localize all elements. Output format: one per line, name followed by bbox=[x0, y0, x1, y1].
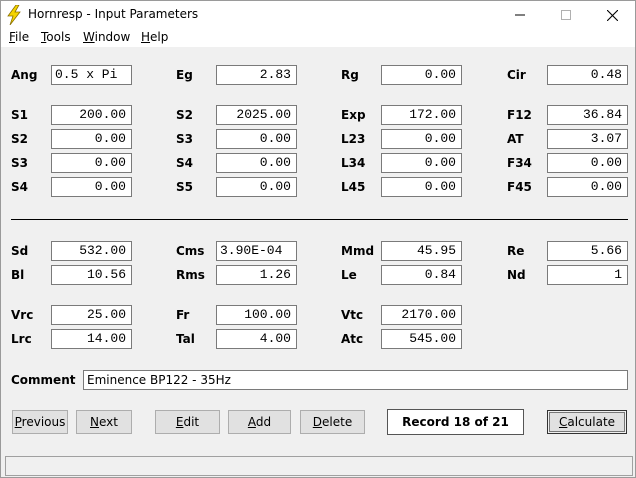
s3-seg3-field[interactable]: 0.00 bbox=[51, 153, 132, 173]
s4-label: S4 bbox=[176, 156, 193, 170]
sd-field[interactable]: 532.00 bbox=[51, 241, 132, 261]
next-button[interactable]: Next bbox=[76, 410, 132, 434]
f34-field[interactable]: 0.00 bbox=[547, 153, 628, 173]
l23-label: L23 bbox=[341, 132, 366, 146]
mmd-label: Mmd bbox=[341, 244, 375, 258]
s2-seg2-field[interactable]: 0.00 bbox=[51, 129, 132, 149]
s2-field[interactable]: 2025.00 bbox=[216, 105, 297, 125]
rg-label: Rg bbox=[341, 68, 359, 82]
s4-seg4-field[interactable]: 0.00 bbox=[51, 177, 132, 197]
menu-file[interactable]: File bbox=[8, 29, 30, 47]
f12-label: F12 bbox=[507, 108, 532, 122]
menu-bar: File Tools Window Help bbox=[1, 29, 635, 47]
s3-seg3-label: S3 bbox=[11, 156, 28, 170]
s2-seg2-label: S2 bbox=[11, 132, 28, 146]
vrc-field[interactable]: 25.00 bbox=[51, 305, 132, 325]
s4-seg4-label: S4 bbox=[11, 180, 28, 194]
cir-label: Cir bbox=[507, 68, 526, 82]
f34-label: F34 bbox=[507, 156, 532, 170]
exp-label: Exp bbox=[341, 108, 366, 122]
atc-label: Atc bbox=[341, 332, 364, 346]
rms-label: Rms bbox=[176, 268, 205, 282]
bl-label: Bl bbox=[11, 268, 25, 282]
vtc-field[interactable]: 2170.00 bbox=[381, 305, 462, 325]
s5-label: S5 bbox=[176, 180, 193, 194]
calculate-button[interactable]: Calculate bbox=[547, 410, 627, 434]
menu-tools[interactable]: Tools bbox=[40, 29, 72, 47]
rms-field[interactable]: 1.26 bbox=[216, 265, 297, 285]
l23-field[interactable]: 0.00 bbox=[381, 129, 462, 149]
atc-field[interactable]: 545.00 bbox=[381, 329, 462, 349]
f45-label: F45 bbox=[507, 180, 532, 194]
close-button[interactable] bbox=[589, 1, 635, 29]
eg-label: Eg bbox=[176, 68, 193, 82]
maximize-button[interactable] bbox=[543, 1, 589, 29]
menu-help[interactable]: Help bbox=[140, 29, 169, 47]
f12-field[interactable]: 36.84 bbox=[547, 105, 628, 125]
section-divider bbox=[11, 219, 628, 220]
add-button[interactable]: Add bbox=[228, 410, 291, 434]
menu-window[interactable]: Window bbox=[82, 29, 131, 47]
l45-label: L45 bbox=[341, 180, 366, 194]
record-indicator: Record 18 of 21 bbox=[387, 409, 524, 435]
eg-field[interactable]: 2.83 bbox=[216, 65, 297, 85]
delete-button[interactable]: Delete bbox=[300, 410, 365, 434]
exp-field[interactable]: 172.00 bbox=[381, 105, 462, 125]
cms-label: Cms bbox=[176, 244, 205, 258]
tal-label: Tal bbox=[176, 332, 195, 346]
nd-field[interactable]: 1 bbox=[547, 265, 628, 285]
le-label: Le bbox=[341, 268, 357, 282]
s5-field[interactable]: 0.00 bbox=[216, 177, 297, 197]
cms-field[interactable]: 3.90E-04 bbox=[216, 241, 297, 261]
l34-field[interactable]: 0.00 bbox=[381, 153, 462, 173]
close-icon bbox=[606, 9, 618, 21]
fr-field[interactable]: 100.00 bbox=[216, 305, 297, 325]
comment-label: Comment bbox=[11, 373, 76, 387]
re-field[interactable]: 5.66 bbox=[547, 241, 628, 261]
nd-label: Nd bbox=[507, 268, 526, 282]
edit-button[interactable]: Edit bbox=[155, 410, 220, 434]
s2-label: S2 bbox=[176, 108, 193, 122]
mmd-field[interactable]: 45.95 bbox=[381, 241, 462, 261]
cir-field[interactable]: 0.48 bbox=[547, 65, 628, 85]
ang-label: Ang bbox=[11, 68, 38, 82]
bl-field[interactable]: 10.56 bbox=[51, 265, 132, 285]
minimize-button[interactable] bbox=[497, 1, 543, 29]
rg-field[interactable]: 0.00 bbox=[381, 65, 462, 85]
status-bar bbox=[5, 456, 633, 476]
comment-field[interactable]: Eminence BP122 - 35Hz bbox=[83, 370, 628, 390]
vtc-label: Vtc bbox=[341, 308, 364, 322]
s3-label: S3 bbox=[176, 132, 193, 146]
le-field[interactable]: 0.84 bbox=[381, 265, 462, 285]
s1-field[interactable]: 200.00 bbox=[51, 105, 132, 125]
tal-field[interactable]: 4.00 bbox=[216, 329, 297, 349]
ang-field[interactable]: 0.5 x Pi bbox=[51, 65, 132, 85]
vrc-label: Vrc bbox=[11, 308, 34, 322]
at-label: AT bbox=[507, 132, 524, 146]
window-title: Hornresp - Input Parameters bbox=[28, 7, 199, 21]
f45-field[interactable]: 0.00 bbox=[547, 177, 628, 197]
previous-button[interactable]: Previous bbox=[12, 410, 68, 434]
l34-label: L34 bbox=[341, 156, 366, 170]
lrc-label: Lrc bbox=[11, 332, 32, 346]
s1-label: S1 bbox=[11, 108, 28, 122]
re-label: Re bbox=[507, 244, 525, 258]
minimize-icon bbox=[515, 14, 525, 16]
hornresp-window: Hornresp - Input Parameters File Tools W… bbox=[0, 0, 636, 478]
title-bar: Hornresp - Input Parameters bbox=[1, 1, 635, 29]
l45-field[interactable]: 0.00 bbox=[381, 177, 462, 197]
sd-label: Sd bbox=[11, 244, 29, 258]
s4-field[interactable]: 0.00 bbox=[216, 153, 297, 173]
lrc-field[interactable]: 14.00 bbox=[51, 329, 132, 349]
fr-label: Fr bbox=[176, 308, 190, 322]
lightning-icon bbox=[7, 5, 21, 25]
maximize-icon bbox=[561, 10, 571, 20]
s3-field[interactable]: 0.00 bbox=[216, 129, 297, 149]
at-field[interactable]: 3.07 bbox=[547, 129, 628, 149]
